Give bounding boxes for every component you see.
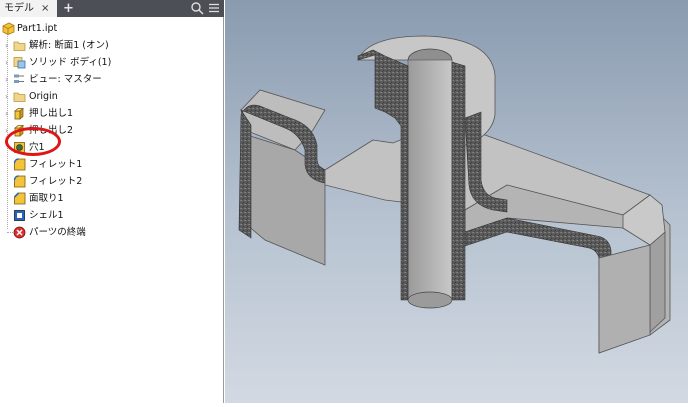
tree-item-label: シェル1 bbox=[29, 210, 64, 221]
expand-chevron-icon[interactable]: › bbox=[5, 105, 13, 122]
tree-item-view-master[interactable]: › ビュー: マスター bbox=[0, 71, 224, 88]
tree-item-extrude1[interactable]: › 押し出し1 bbox=[0, 105, 224, 122]
tree-item-label: パーツの終端 bbox=[29, 227, 86, 238]
tree-item-chamfer1[interactable]: 面取り1 bbox=[0, 190, 224, 207]
search-icon[interactable] bbox=[190, 1, 204, 15]
fillet-icon bbox=[13, 158, 26, 171]
tree-item-label: ビュー: マスター bbox=[29, 74, 102, 85]
tree-item-label: 面取り1 bbox=[29, 193, 64, 204]
view-icon bbox=[14, 74, 24, 83]
highlight-ring bbox=[5, 127, 61, 156]
end-of-part-icon bbox=[13, 226, 26, 239]
expand-chevron-icon[interactable]: › bbox=[5, 37, 13, 54]
tab-model[interactable]: モデル × bbox=[0, 0, 57, 17]
tree-item-section-analysis[interactable]: › 解析: 断面1 (オン) bbox=[0, 37, 224, 54]
part-model-render bbox=[238, 35, 671, 354]
folder-icon bbox=[13, 92, 26, 102]
chamfer-icon bbox=[13, 192, 26, 205]
tree-item-label: 押し出し1 bbox=[29, 108, 74, 119]
tab-model-label: モデル bbox=[4, 3, 34, 14]
browser-tab-bar: モデル × + bbox=[0, 0, 224, 17]
3d-viewport[interactable] bbox=[225, 0, 688, 403]
tree-item-solid-bodies[interactable]: › ソリッド ボディ(1) bbox=[0, 54, 224, 71]
expand-chevron-icon[interactable]: › bbox=[5, 88, 13, 105]
tree-item-label: 解析: 断面1 (オン) bbox=[29, 40, 109, 51]
fillet-icon bbox=[13, 175, 26, 188]
model-browser-panel: モデル × + Part1.ipt › 解析: 断面1 (オン) › ソリッド … bbox=[0, 0, 224, 403]
shell-icon bbox=[14, 210, 25, 221]
tab-close-icon[interactable]: × bbox=[41, 0, 49, 17]
add-tab-button[interactable]: + bbox=[63, 0, 74, 17]
tree-root-part1[interactable]: Part1.ipt bbox=[0, 20, 224, 37]
solid-body-icon bbox=[13, 57, 26, 69]
tree-item-label: ソリッド ボディ(1) bbox=[29, 57, 112, 68]
tree-item-end-of-part[interactable]: パーツの終端 bbox=[0, 224, 224, 241]
extrude-icon bbox=[14, 107, 24, 120]
part-icon bbox=[2, 22, 15, 35]
expand-chevron-icon[interactable]: › bbox=[5, 71, 13, 88]
tree-item-label: Origin bbox=[29, 91, 58, 102]
tree-item-label: フィレット1 bbox=[29, 159, 83, 170]
tree-item-fillet2[interactable]: フィレット2 bbox=[0, 173, 224, 190]
tree-root-label: Part1.ipt bbox=[17, 23, 58, 34]
tree-item-shell1[interactable]: シェル1 bbox=[0, 207, 224, 224]
expand-chevron-icon[interactable]: › bbox=[5, 54, 13, 71]
tree-item-label: フィレット2 bbox=[29, 176, 83, 187]
folder-icon bbox=[13, 41, 26, 51]
tree-item-origin[interactable]: › Origin bbox=[0, 88, 224, 105]
tree-item-fillet1[interactable]: フィレット1 bbox=[0, 156, 224, 173]
menu-icon[interactable] bbox=[207, 1, 221, 15]
